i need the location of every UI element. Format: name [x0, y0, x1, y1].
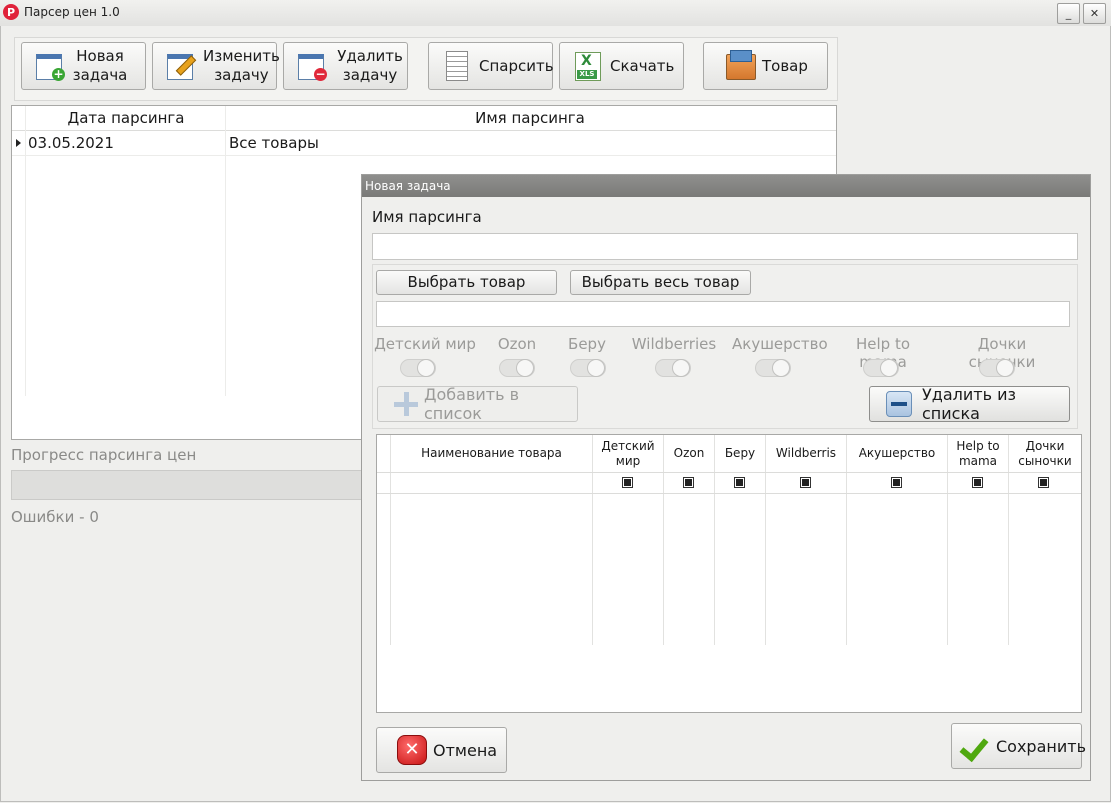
- new-task-icon: +: [34, 50, 66, 82]
- row-name: Все товары: [229, 134, 319, 152]
- new-task-label: Новая задача: [72, 47, 128, 84]
- table-row[interactable]: 03.05.2021 Все товары: [12, 131, 836, 156]
- goods-label: Товар: [762, 56, 808, 75]
- column-header-name[interactable]: Имя парсинга: [226, 109, 834, 127]
- shop-label-akusherstvo: Акушерство: [732, 335, 828, 353]
- download-label: Скачать: [610, 56, 675, 75]
- shop-label-ozon: Ozon: [497, 335, 537, 353]
- dialog-title: Новая задача: [365, 179, 451, 193]
- excel-icon-letter: X: [581, 53, 592, 69]
- checkbox-detsky-mir[interactable]: [622, 477, 633, 488]
- delete-task-icon: −: [296, 50, 328, 82]
- remove-from-list-label: Удалить из списка: [922, 385, 1016, 423]
- checkbox-ozon[interactable]: [683, 477, 694, 488]
- edit-task-button[interactable]: Изменить задачу: [152, 42, 280, 90]
- checkmark-icon: [960, 730, 992, 762]
- add-to-list-button[interactable]: Добавить в список: [377, 385, 578, 423]
- checkbox-akusherstvo[interactable]: [891, 477, 902, 488]
- minimize-button[interactable]: _: [1057, 3, 1080, 24]
- selected-goods-input[interactable]: [376, 301, 1070, 327]
- tasks-grid-header: Дата парсинга Имя парсинга: [12, 106, 836, 131]
- select-all-goods-button[interactable]: Выбрать весь товар: [570, 270, 751, 295]
- checkbox-help-to-mama[interactable]: [972, 477, 983, 488]
- new-task-dialog: Новая задача Имя парсинга Выбрать товар …: [361, 174, 1091, 781]
- goods-button[interactable]: Товар: [703, 42, 828, 90]
- remove-from-list-button[interactable]: Удалить из списка: [869, 385, 1070, 423]
- shop-label-beru: Беру: [568, 335, 606, 353]
- parse-button[interactable]: Спарсить: [428, 42, 554, 90]
- column-header-date[interactable]: Дата парсинга: [26, 109, 226, 127]
- checkbox-dochki-synochki[interactable]: [1038, 477, 1049, 488]
- column-header-help-to-mama[interactable]: Help to mama: [948, 435, 1008, 472]
- toggle-wildberries[interactable]: [655, 359, 691, 377]
- progress-label: Прогресс парсинга цен: [11, 446, 197, 464]
- column-header-akusherstvo[interactable]: Акушерство: [847, 435, 947, 472]
- title-bar: P Парсер цен 1.0 _ ✕: [0, 0, 1111, 27]
- new-task-button[interactable]: + Новая задача: [21, 42, 146, 90]
- download-button[interactable]: X XLS Скачать: [559, 42, 684, 90]
- toggle-beru[interactable]: [570, 359, 606, 377]
- toggle-ozon[interactable]: [499, 359, 535, 377]
- edit-task-icon: [165, 50, 197, 82]
- edit-task-label: Изменить задачу: [203, 47, 280, 84]
- row-selector-icon: [16, 139, 21, 147]
- row-date: 03.05.2021: [28, 134, 114, 152]
- delete-task-label: Удалить задачу: [337, 47, 403, 84]
- toggle-dochki-synochki[interactable]: [979, 359, 1015, 377]
- cancel-x-icon: ✕: [397, 735, 427, 765]
- toggle-akusherstvo[interactable]: [755, 359, 791, 377]
- shop-label-detsky-mir: Детский мир: [374, 335, 476, 353]
- goods-table: Наименование товара Детский мир Ozon Бер…: [376, 434, 1082, 713]
- errors-count: 0: [89, 508, 99, 526]
- excel-icon-badge: XLS: [577, 70, 597, 79]
- minus-icon: [886, 391, 912, 417]
- errors-status: Ошибки - 0: [11, 508, 99, 526]
- column-header-ozon[interactable]: Ozon: [664, 435, 714, 472]
- parsing-name-input[interactable]: [372, 233, 1078, 260]
- save-label: Сохранить: [996, 736, 1086, 756]
- plus-icon: [394, 392, 418, 416]
- column-header-wildberris[interactable]: Wildberris: [766, 435, 846, 472]
- save-button[interactable]: Сохранить: [951, 723, 1086, 769]
- select-goods-button[interactable]: Выбрать товар: [376, 270, 557, 295]
- excel-icon: X XLS: [572, 50, 604, 82]
- column-header-dochki-synochki[interactable]: Дочки сыночки: [1009, 435, 1081, 472]
- progress-bar: [11, 470, 373, 500]
- column-header-detsky-mir[interactable]: Детский мир: [593, 435, 663, 472]
- app-logo-icon: P: [3, 4, 19, 20]
- window-title: Парсер цен 1.0: [24, 5, 120, 19]
- column-header-product-name[interactable]: Наименование товара: [391, 435, 592, 472]
- parsing-name-label: Имя парсинга: [372, 208, 482, 226]
- toggle-help-to-mama[interactable]: [863, 359, 899, 377]
- document-icon: [441, 50, 473, 82]
- close-button[interactable]: ✕: [1083, 3, 1106, 24]
- cancel-label: Отмена: [433, 740, 498, 760]
- errors-label: Ошибки -: [11, 508, 85, 526]
- delete-task-button[interactable]: − Удалить задачу: [283, 42, 408, 90]
- checkbox-beru[interactable]: [734, 477, 745, 488]
- dialog-title-bar[interactable]: Новая задача: [362, 175, 1090, 197]
- add-to-list-label: Добавить в список: [424, 385, 520, 423]
- shop-label-wildberries: Wildberries: [631, 335, 717, 353]
- column-header-beru[interactable]: Беру: [715, 435, 765, 472]
- box-icon: [724, 50, 756, 82]
- parse-label: Спарсить: [479, 56, 554, 75]
- checkbox-wildberris[interactable]: [800, 477, 811, 488]
- cancel-button[interactable]: ✕ Отмена: [376, 727, 507, 773]
- toggle-detsky-mir[interactable]: [400, 359, 436, 377]
